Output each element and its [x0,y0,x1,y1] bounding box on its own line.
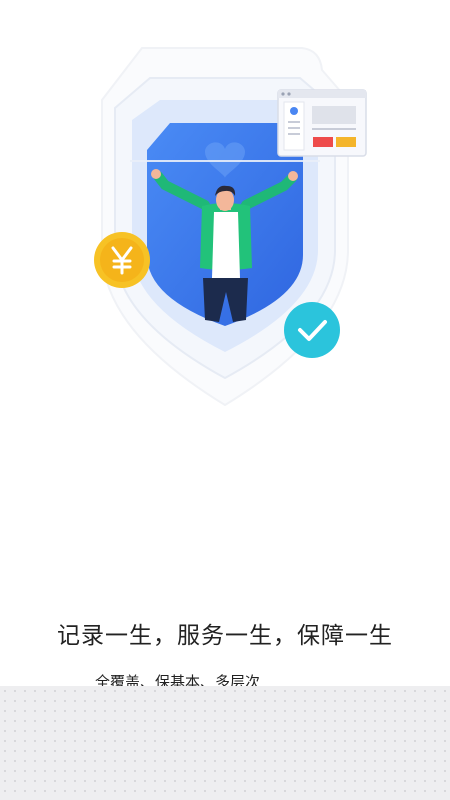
bottom-overlay [0,686,450,800]
onboarding-illustration [0,0,450,420]
profile-card-icon [277,89,367,157]
onboarding-tagline: 记录一生，服务一生，保障一生 [57,623,393,649]
yen-coin-icon [94,232,150,288]
check-circle-icon [284,302,340,358]
